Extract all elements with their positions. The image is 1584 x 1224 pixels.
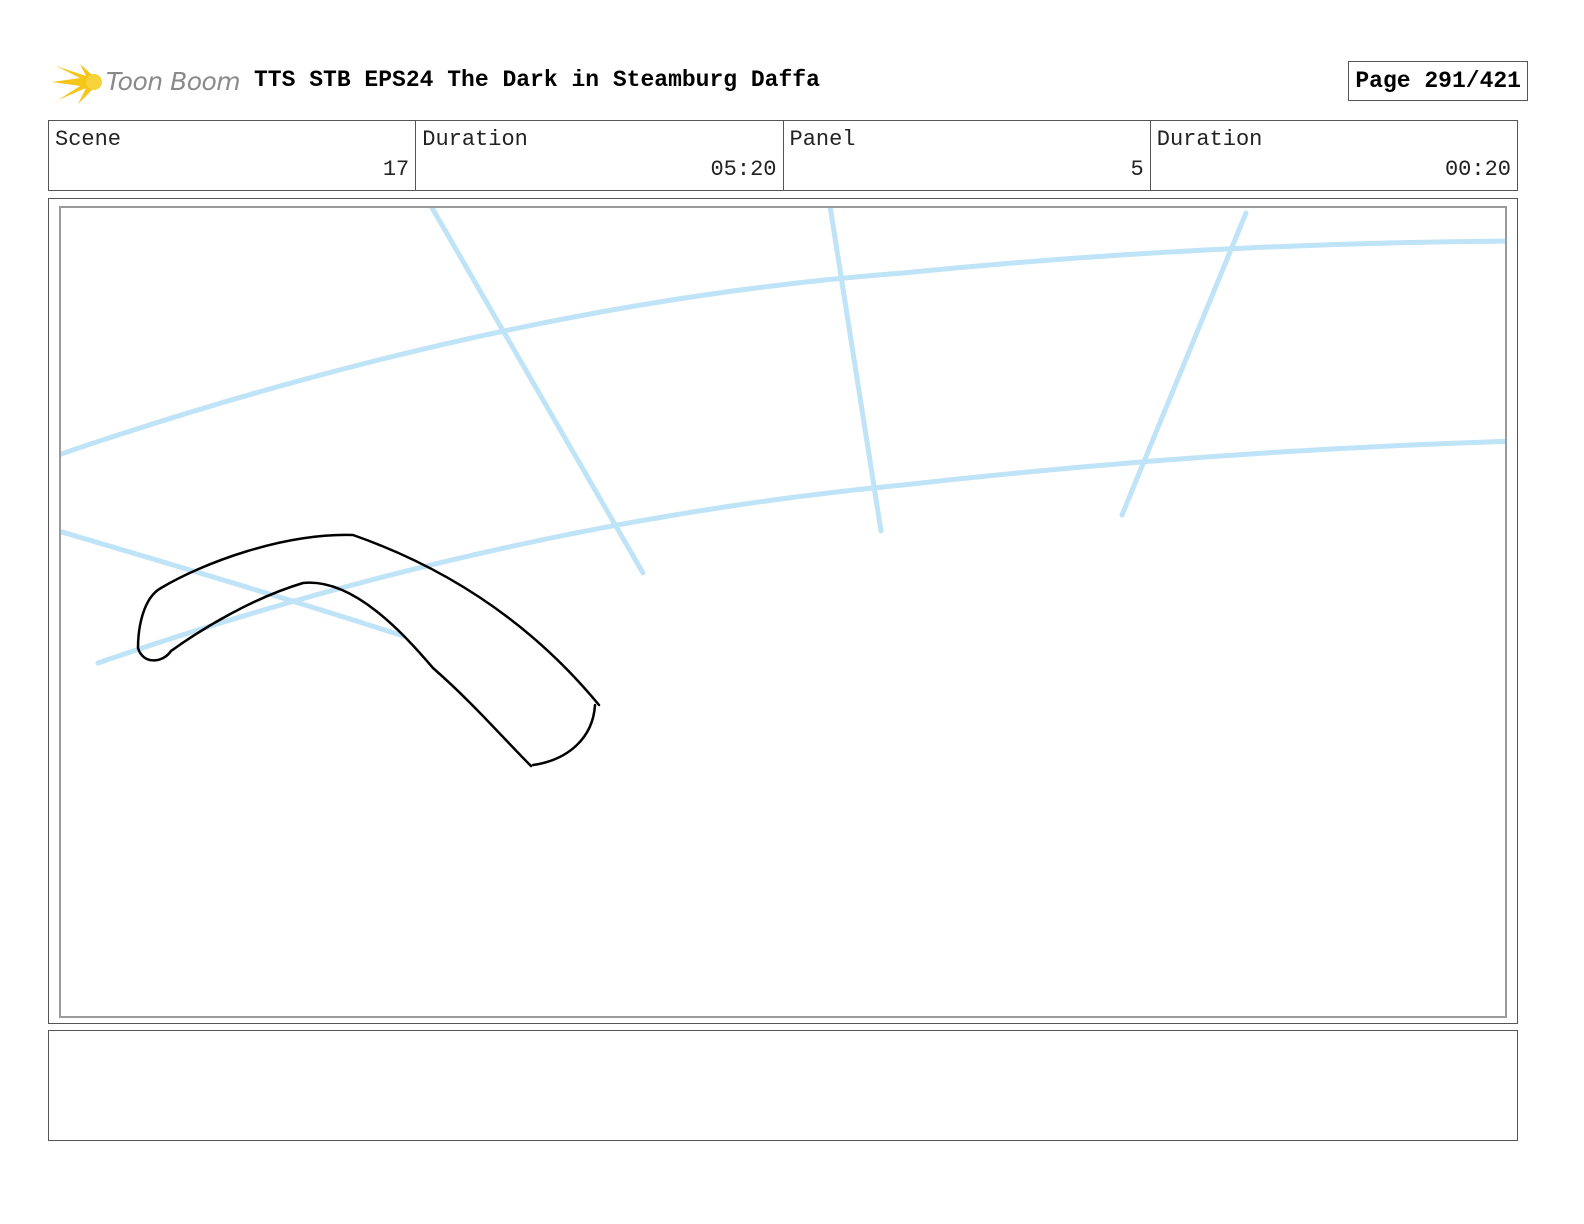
panel-label: Panel	[789, 127, 856, 152]
logo-text: Toon Boom	[106, 67, 241, 96]
panel-image-area	[59, 206, 1507, 1018]
blue-guide-lines	[61, 208, 1505, 666]
panel-cell: Panel 5	[784, 121, 1151, 190]
scene-value: 17	[382, 157, 410, 182]
starburst-icon	[52, 64, 102, 104]
panel-duration-cell: Duration 00:20	[1151, 121, 1517, 190]
scene-cell: Scene 17	[49, 121, 417, 190]
document-title: TTS STB EPS24 The Dark in Steamburg Daff…	[254, 67, 820, 93]
black-sketch-lines	[136, 533, 601, 768]
page-number: Page 291/421	[1348, 61, 1528, 101]
panel-sketch	[61, 208, 1505, 768]
scene-info-table: Scene 17 Duration 05:20 Panel 5 Duration…	[48, 120, 1518, 191]
scene-label: Scene	[55, 127, 122, 152]
storyboard-panel-frame	[48, 198, 1518, 1024]
panel-value: 5	[1130, 157, 1144, 182]
scene-duration-cell: Duration 05:20	[416, 121, 784, 190]
scene-duration-value: 05:20	[710, 157, 777, 182]
panel-duration-label: Duration	[1156, 127, 1263, 152]
panel-notes-box	[48, 1030, 1518, 1141]
panel-duration-value: 00:20	[1444, 157, 1511, 182]
scene-duration-label: Duration	[422, 127, 528, 152]
storyboard-header: Toon Boom TTS STB EPS24 The Dark in Stea…	[48, 52, 1528, 108]
toon-boom-logo: Toon Boom	[50, 56, 250, 108]
